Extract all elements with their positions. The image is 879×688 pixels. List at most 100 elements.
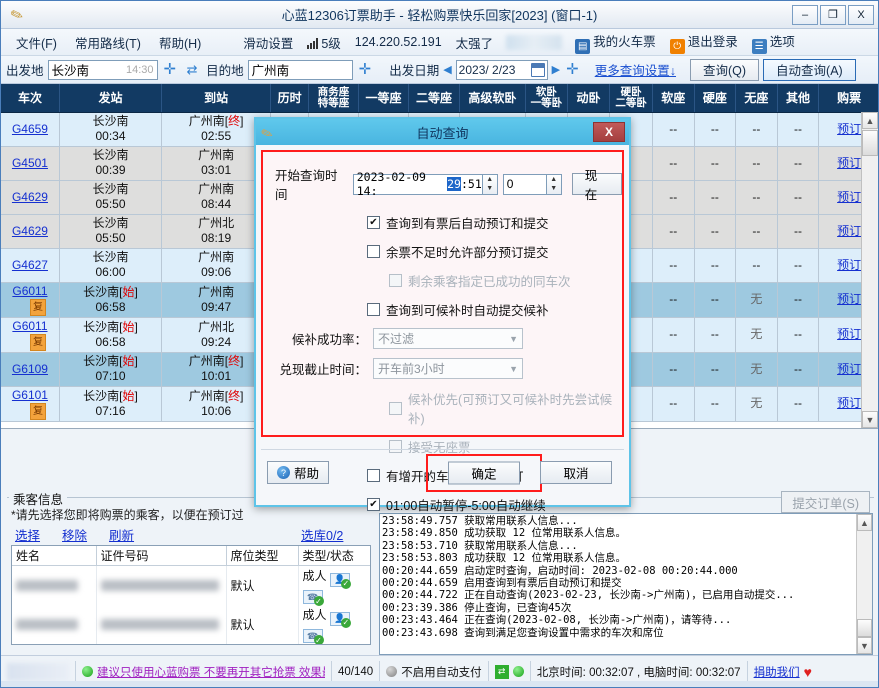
log-scrollbar[interactable]: ▲ ▼	[856, 514, 872, 654]
log-scroll-up-icon[interactable]: ▲	[857, 514, 872, 531]
menu-item-file[interactable]: 文件(F)	[7, 30, 66, 55]
train-number-cell[interactable]: G6011 复	[1, 282, 60, 318]
column-header-12[interactable]: 硬座	[694, 84, 737, 113]
slide-settings-label[interactable]: 滑动设置	[236, 30, 300, 55]
auto-book-option[interactable]: ✔ 查询到有票后自动预订和提交	[263, 213, 622, 232]
status-marquee-text[interactable]: 建议只使用心蓝购票 不要再开其它抢票 效果最	[97, 664, 325, 680]
dialog-close-button[interactable]: X	[593, 122, 625, 142]
train-number-cell[interactable]: G4659	[1, 112, 60, 147]
auto-query-button[interactable]: 自动查询(A)	[763, 58, 856, 81]
column-header-15[interactable]: 购票	[818, 84, 878, 113]
add-to-station-icon[interactable]: ✛	[357, 62, 374, 77]
my-tickets-button[interactable]: ▤ 我的火车票	[568, 28, 663, 57]
status-counter: 40/140	[331, 660, 379, 683]
partial-book-checkbox[interactable]	[367, 245, 380, 258]
column-header-5[interactable]: 一等座	[358, 84, 410, 113]
log-scrollbar-thumb[interactable]	[857, 619, 872, 637]
query-button[interactable]: 查询(Q)	[689, 58, 760, 81]
dialog-cancel-button[interactable]: 取消	[540, 461, 612, 484]
offset-spinner[interactable]: ▲ ▼	[546, 173, 562, 195]
train-number-cell[interactable]: G6101 复	[1, 386, 60, 422]
column-header-14[interactable]: 其他	[777, 84, 820, 113]
calendar-icon[interactable]	[530, 62, 545, 77]
close-button[interactable]: X	[848, 4, 874, 25]
column-header-0[interactable]: 车次	[1, 84, 60, 113]
offset-input[interactable]: 0	[502, 173, 547, 195]
column-header-3[interactable]: 历时	[270, 84, 310, 113]
donate-link[interactable]: 捐助我们	[754, 664, 800, 680]
train-number-cell[interactable]: G4629	[1, 180, 60, 215]
dialog-ok-button[interactable]: 确定	[448, 461, 520, 485]
maximize-button[interactable]: ❐	[820, 4, 846, 25]
passenger-row[interactable]: 默认成人 👤☎	[12, 565, 370, 606]
success-rate-select[interactable]: 不过滤 ▼	[373, 328, 523, 349]
now-button[interactable]: 现在	[571, 169, 622, 202]
seat-cell-8: --	[652, 317, 695, 353]
column-header-13[interactable]: 无座	[735, 84, 778, 113]
more-settings-link[interactable]: 更多查询设置↓	[595, 60, 676, 79]
to-station-input[interactable]: 广州南	[247, 59, 353, 80]
auto-waitlist-checkbox[interactable]	[367, 303, 380, 316]
train-number-cell[interactable]: G4627	[1, 248, 60, 283]
status-time: 北京时间: 00:32:07 , 电脑时间: 00:32:07	[529, 660, 747, 683]
dialog-help-button[interactable]: ? 帮助	[267, 461, 330, 484]
datetime-selected-segment[interactable]: 29	[447, 177, 461, 191]
train-number-cell[interactable]: G6109	[1, 352, 60, 387]
column-header-6[interactable]: 二等座	[408, 84, 460, 113]
train-number-cell[interactable]: G4501	[1, 146, 60, 181]
auto-waitlist-option[interactable]: 查询到可候补时自动提交候补	[263, 300, 622, 319]
log-scroll-down-icon[interactable]: ▼	[857, 637, 872, 654]
column-header-1[interactable]: 发站	[59, 84, 163, 113]
remove-passenger-link[interactable]: 移除	[62, 525, 87, 544]
to-label: 目的地	[206, 64, 244, 78]
logout-button[interactable]: ⏻ 退出登录	[663, 28, 745, 57]
from-label: 出发地	[6, 64, 44, 78]
passenger-row[interactable]: 默认成人 👤☎	[12, 605, 370, 644]
column-header-2[interactable]: 到站	[161, 84, 272, 113]
seat-cell-11: --	[777, 248, 820, 283]
start-datetime-input[interactable]: 2023-02-09 14: 29:51	[352, 170, 483, 198]
refresh-passenger-link[interactable]: 刷新	[109, 525, 134, 544]
next-day-icon[interactable]: ▶	[552, 63, 560, 76]
column-header-4[interactable]: 商务座 特等座	[308, 84, 359, 113]
add-date-icon[interactable]: ✛	[564, 62, 581, 77]
waitlist-first-checkbox	[389, 401, 402, 415]
from-station-input[interactable]: 长沙南 14:30	[47, 59, 158, 80]
auto-book-checkbox[interactable]: ✔	[367, 216, 380, 229]
scroll-up-icon[interactable]: ▲	[862, 112, 878, 129]
column-header-8[interactable]: 软卧 一等卧	[525, 84, 568, 113]
submit-order-button[interactable]: 提交订单(S)	[781, 491, 870, 513]
menu-item-routes[interactable]: 常用路线(T)	[66, 30, 150, 55]
auto-pay-status[interactable]: 不启用自动支付	[379, 660, 488, 683]
seat-cell-9: --	[694, 180, 737, 215]
select-passenger-link[interactable]: 选择	[15, 525, 40, 544]
options-button[interactable]: ☰ 选项	[745, 28, 802, 57]
pause-resume-checkbox[interactable]: ✔	[367, 498, 380, 511]
deadline-select[interactable]: 开车前3小时 ▼	[373, 358, 523, 379]
seat-cell-8: --	[652, 282, 695, 318]
menu-item-help[interactable]: 帮助(H)	[150, 30, 210, 55]
train-table-scrollbar[interactable]: ▲ ▼	[861, 112, 878, 428]
scroll-down-icon[interactable]: ▼	[862, 411, 878, 428]
chevron-down-icon: ▼	[509, 333, 518, 344]
remaining-same-train-option: 剩余乘客指定已成功的同车次	[263, 271, 622, 290]
train-number-cell[interactable]: G4629	[1, 214, 60, 249]
column-header-11[interactable]: 软座	[652, 84, 695, 113]
datetime-spinner[interactable]: ▲ ▼	[482, 173, 498, 195]
prev-day-icon[interactable]: ◀	[443, 63, 451, 76]
log-panel[interactable]: 23:58:49.757 获取常用联系人信息... 23:58:49.850 成功…	[379, 513, 873, 655]
column-header-7[interactable]: 高级软卧	[459, 84, 527, 113]
passenger-pool-link[interactable]: 选库0/2	[301, 525, 343, 544]
partial-book-option[interactable]: 余票不足时允许部分预订提交	[263, 242, 622, 261]
from-station-cell: 长沙南[始] 06:58	[59, 282, 163, 318]
swap-stations-icon[interactable]: ⇄	[182, 60, 202, 79]
minimize-button[interactable]: –	[792, 4, 818, 25]
train-number-cell[interactable]: G6011 复	[1, 317, 60, 353]
auto-query-dialog: ✎ 自动查询 X 开始查询时间 2023-02-09 14: 29:51 ▲ ▼ 0…	[254, 117, 631, 513]
departure-date-input[interactable]: 2023/ 2/23	[455, 59, 548, 80]
add-from-station-icon[interactable]: ✛	[162, 62, 179, 77]
scrollbar-thumb[interactable]	[862, 130, 878, 156]
column-header-9[interactable]: 动卧	[567, 84, 611, 113]
column-header-10[interactable]: 硬卧 二等卧	[609, 84, 653, 113]
donate-cell[interactable]: 捐助我们 ♥	[746, 660, 818, 683]
